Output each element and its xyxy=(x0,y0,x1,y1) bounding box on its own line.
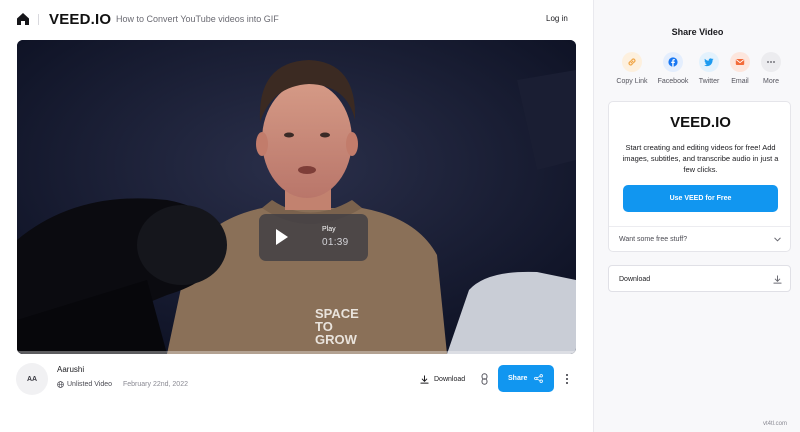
free-stuff-toggle[interactable]: Want some free stuff? xyxy=(619,236,687,243)
visibility-label: Unlisted Video xyxy=(67,381,113,388)
share-option-more[interactable]: More xyxy=(749,52,793,85)
author-name: Aarushi xyxy=(57,365,85,374)
play-button[interactable]: Play 01:39 xyxy=(259,214,368,261)
twitter-circle xyxy=(699,52,719,72)
sidebar-download-label: Download xyxy=(619,276,651,283)
visibility-status: Unlisted Video xyxy=(57,381,112,388)
link-icon xyxy=(628,58,636,66)
globe-icon xyxy=(57,381,64,388)
sidebar-title: Share Video xyxy=(671,27,724,37)
play-label: Play xyxy=(322,226,336,233)
top-bar: VEED.IO How to Convert YouTube videos in… xyxy=(0,0,593,40)
veed-logo[interactable]: VEED.IO xyxy=(49,11,111,28)
facebook-icon xyxy=(668,57,678,67)
copy-link-circle xyxy=(622,52,642,72)
share-option-copy-link[interactable]: Copy Link xyxy=(610,52,654,85)
more-options-icon[interactable] xyxy=(564,373,570,385)
copy-link-icon[interactable] xyxy=(480,373,489,385)
chevron-down-icon[interactable] xyxy=(773,235,782,244)
avatar: AA xyxy=(16,363,48,395)
video-title: How to Convert YouTube videos into GIF xyxy=(116,14,279,24)
promo-text: Start creating and editing videos for fr… xyxy=(622,143,779,174)
share-icon xyxy=(534,374,543,383)
twitter-icon xyxy=(704,58,714,67)
watermark: vt4tl.com xyxy=(763,421,788,427)
upload-date: February 22nd, 2022 xyxy=(123,381,188,388)
facebook-circle xyxy=(663,52,683,72)
video-frame: SPACE TO GROW xyxy=(17,40,576,354)
more-circle xyxy=(761,52,781,72)
login-link[interactable]: Log in xyxy=(546,14,568,23)
download-icon xyxy=(420,374,429,384)
video-progress-bar[interactable] xyxy=(17,351,576,354)
share-option-label: Copy Link xyxy=(616,78,648,85)
email-circle xyxy=(730,52,750,72)
shirt-text-line-3: GROW xyxy=(315,332,358,347)
promo-divider xyxy=(609,226,790,227)
promo-card: VEED.IO Start creating and editing video… xyxy=(608,101,791,252)
use-veed-free-button[interactable]: Use VEED for Free xyxy=(623,185,778,212)
play-icon xyxy=(276,229,288,245)
promo-logo: VEED.IO xyxy=(670,114,731,131)
download-icon xyxy=(773,275,782,284)
share-option-label: More xyxy=(763,78,779,85)
mail-icon xyxy=(735,59,745,65)
video-player[interactable]: SPACE TO GROW Play 01:39 xyxy=(17,40,576,354)
download-label: Download xyxy=(434,375,466,383)
share-button[interactable]: Share xyxy=(498,365,554,392)
more-icon xyxy=(767,61,775,63)
download-button[interactable]: Download xyxy=(420,372,465,386)
sidebar-download-button[interactable]: Download xyxy=(608,265,791,292)
header-divider xyxy=(38,14,39,25)
home-icon[interactable] xyxy=(16,12,30,26)
video-duration: 01:39 xyxy=(322,237,349,248)
share-sidebar: Share Video Copy Link Facebook Twitter E… xyxy=(593,0,800,432)
share-label: Share xyxy=(508,375,528,382)
